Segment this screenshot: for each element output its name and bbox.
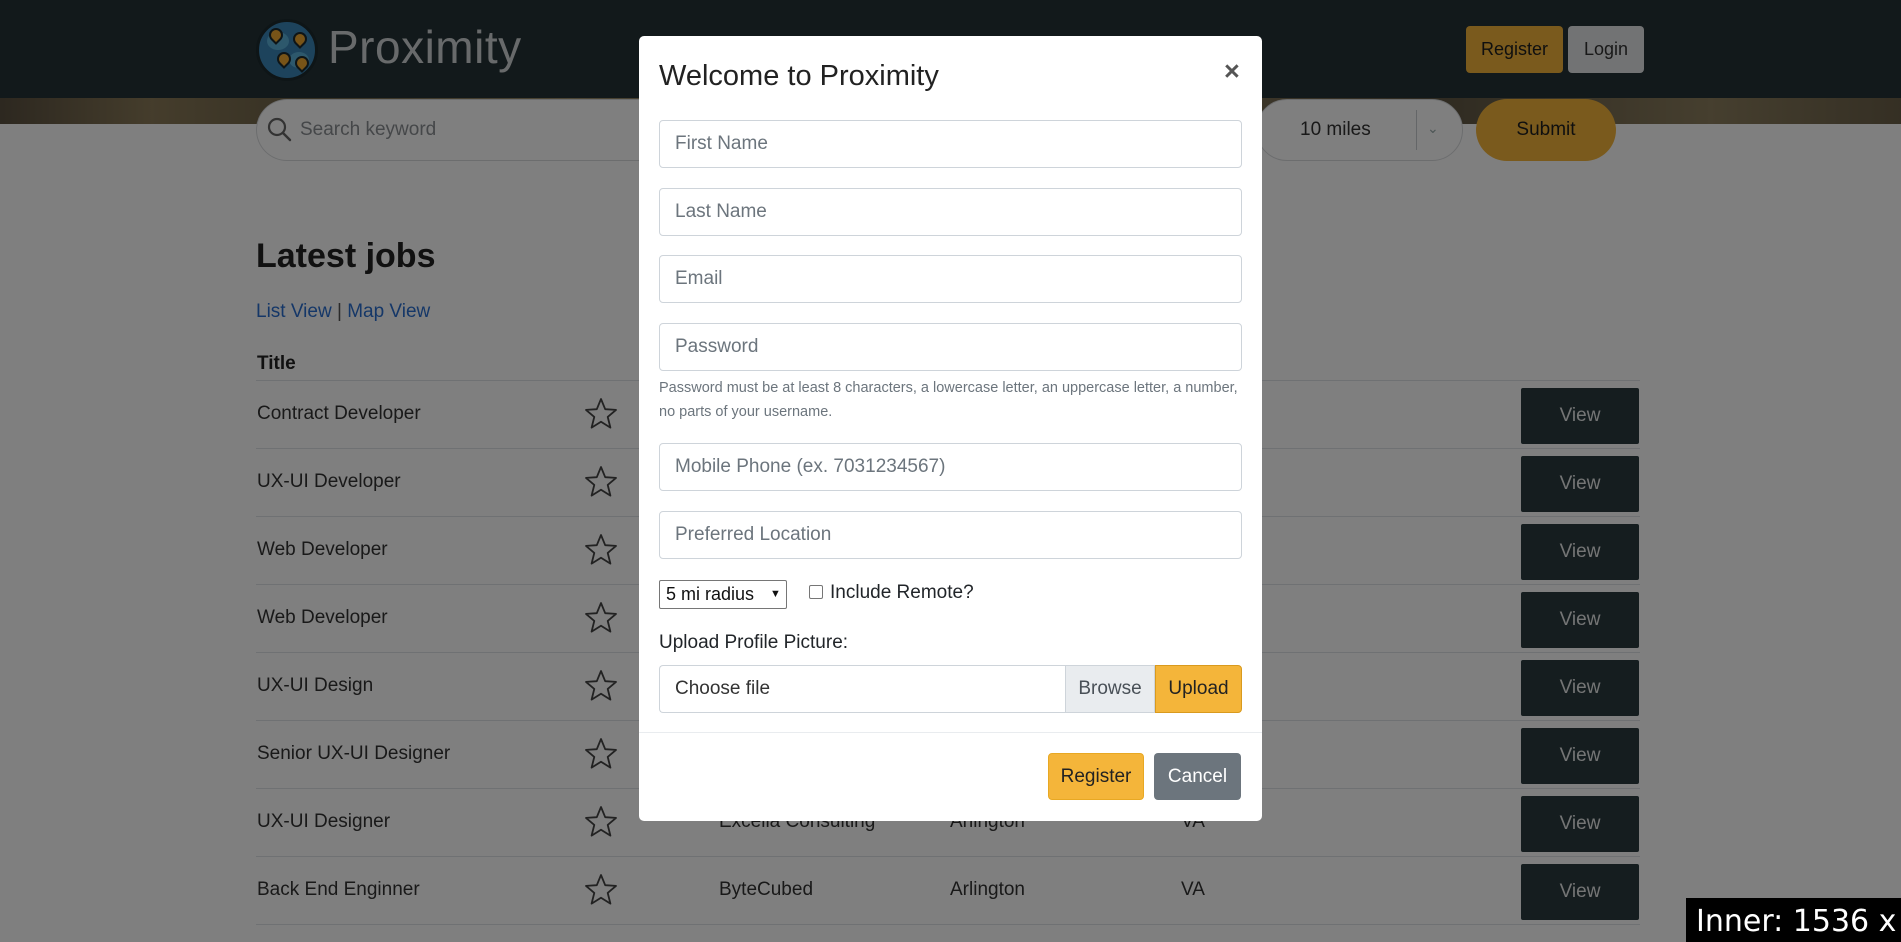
upload-profile-label: Upload Profile Picture: bbox=[659, 632, 849, 653]
register-button[interactable]: Register bbox=[1048, 753, 1144, 800]
cancel-button[interactable]: Cancel bbox=[1154, 753, 1241, 800]
email-placeholder: Email bbox=[675, 268, 723, 289]
first-name-field[interactable]: First Name bbox=[659, 120, 1242, 168]
modal-title: Welcome to Proximity bbox=[659, 60, 939, 92]
preferred-location-placeholder: Preferred Location bbox=[675, 524, 832, 545]
email-field[interactable]: Email bbox=[659, 255, 1242, 303]
include-remote-checkbox[interactable] bbox=[809, 585, 823, 599]
mobile-phone-field[interactable]: Mobile Phone (ex. 7031234567) bbox=[659, 443, 1242, 491]
register-modal: Welcome to Proximity × First Name Last N… bbox=[639, 36, 1262, 821]
close-icon[interactable]: × bbox=[1224, 56, 1240, 87]
file-upload-group: Choose file Browse Upload bbox=[659, 665, 1242, 713]
last-name-placeholder: Last Name bbox=[675, 201, 767, 222]
include-remote-label[interactable]: Include Remote? bbox=[830, 582, 974, 604]
file-input[interactable]: Choose file bbox=[659, 665, 1065, 713]
password-field[interactable]: Password bbox=[659, 323, 1242, 371]
last-name-field[interactable]: Last Name bbox=[659, 188, 1242, 236]
browse-button[interactable]: Browse bbox=[1065, 665, 1155, 713]
dropdown-arrow-icon: ▼ bbox=[770, 588, 781, 600]
password-hint: Password must be at least 8 characters, … bbox=[659, 380, 1238, 420]
viewport-size-tag: Inner: 1536 x 759 bbox=[1686, 898, 1901, 942]
mobile-phone-placeholder: Mobile Phone (ex. 7031234567) bbox=[675, 456, 946, 477]
upload-button[interactable]: Upload bbox=[1155, 665, 1242, 713]
password-placeholder: Password bbox=[675, 336, 759, 357]
first-name-placeholder: First Name bbox=[675, 133, 768, 154]
preferred-location-field[interactable]: Preferred Location bbox=[659, 511, 1242, 559]
modal-footer-divider bbox=[639, 732, 1262, 733]
file-input-placeholder: Choose file bbox=[675, 678, 771, 699]
radius-dropdown[interactable]: 5 mi radius ▼ bbox=[659, 580, 787, 609]
radius-dropdown-value: 5 mi radius bbox=[666, 584, 755, 604]
